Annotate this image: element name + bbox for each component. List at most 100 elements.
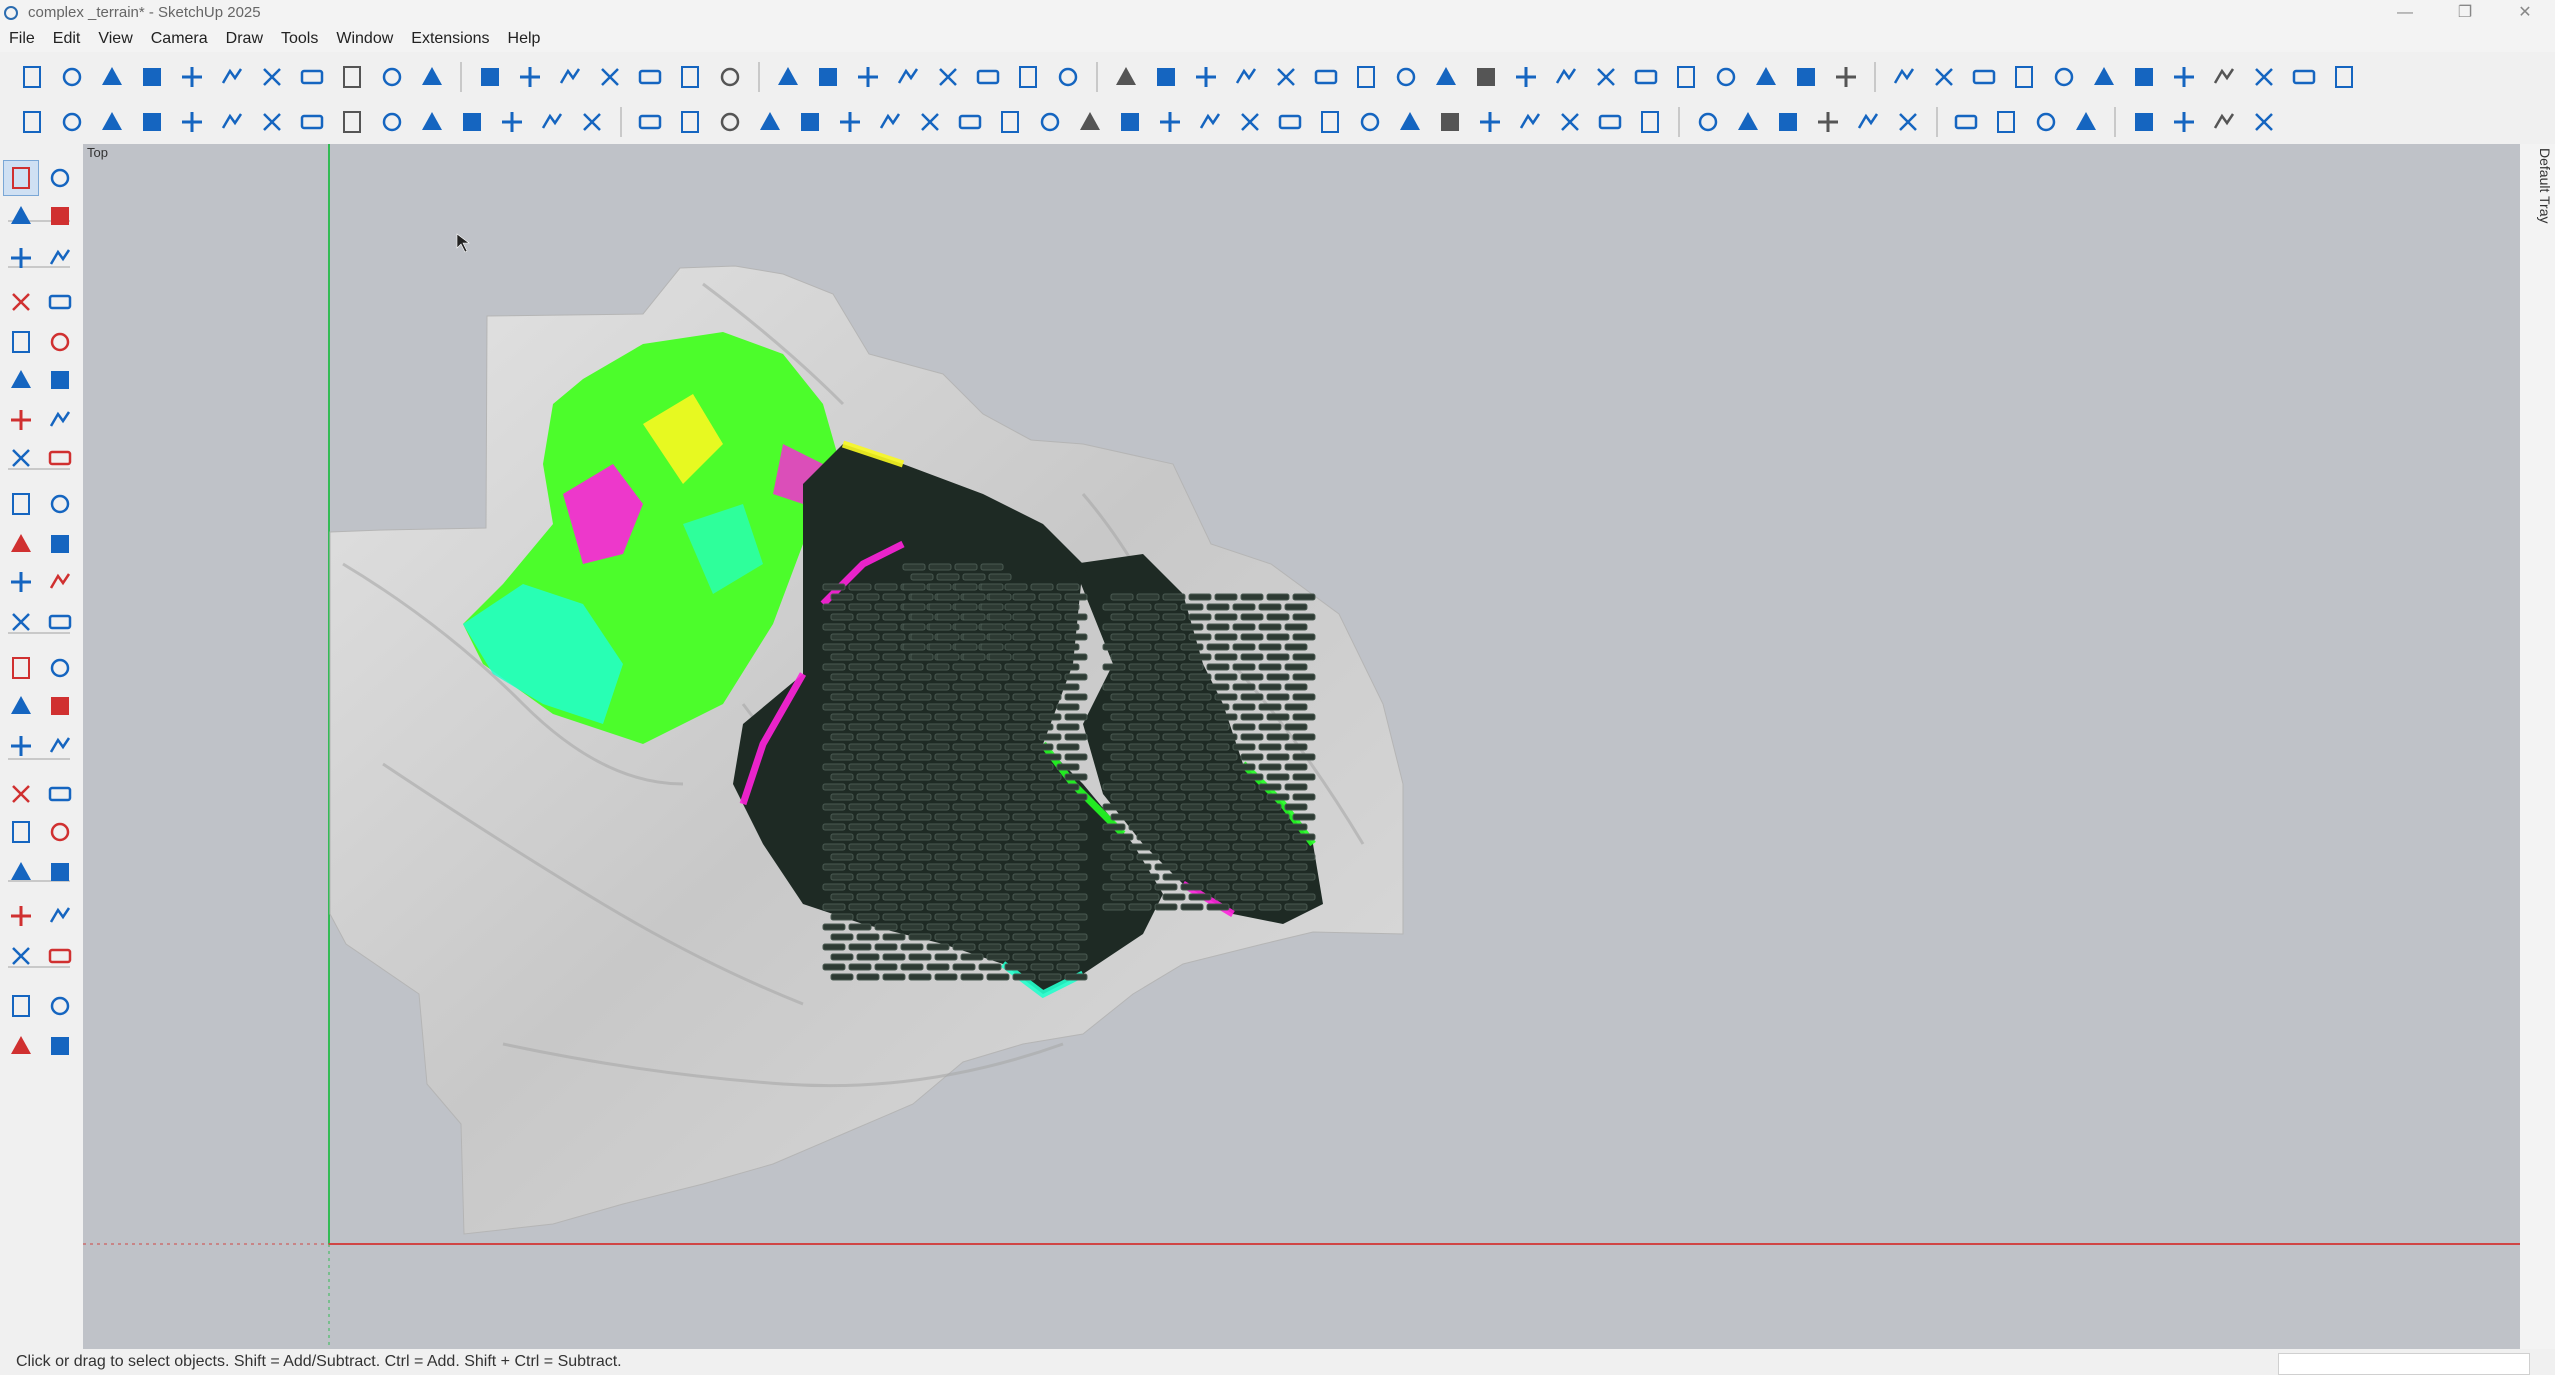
image-button[interactable] — [2207, 105, 2241, 139]
push-pull-tool[interactable] — [42, 486, 78, 522]
menu-edit[interactable]: Edit — [44, 25, 90, 52]
xray-button[interactable] — [771, 60, 805, 94]
dollar-button[interactable] — [713, 105, 747, 139]
module-button[interactable] — [1033, 105, 1067, 139]
globe-button[interactable] — [95, 105, 129, 139]
redo-button[interactable] — [335, 60, 369, 94]
position-camera-tool[interactable] — [3, 898, 39, 934]
report-button[interactable] — [1633, 105, 1667, 139]
loss-button[interactable] — [1989, 105, 2023, 139]
paste-button[interactable] — [215, 60, 249, 94]
restore-button[interactable]: ❐ — [2435, 0, 2495, 25]
help-button[interactable] — [1811, 105, 1845, 139]
language-button[interactable] — [1771, 105, 1805, 139]
default-tray[interactable] — [2520, 144, 2555, 1349]
front-view-button[interactable] — [553, 60, 587, 94]
previous-view-tool[interactable] — [42, 854, 78, 890]
top-view-button[interactable] — [513, 60, 547, 94]
search-plus-button[interactable] — [753, 105, 787, 139]
menu-window[interactable]: Window — [327, 25, 402, 52]
play-button[interactable] — [2069, 105, 2103, 139]
trash-button[interactable] — [415, 105, 449, 139]
dimension-button[interactable] — [1149, 60, 1183, 94]
circle-tool[interactable] — [3, 362, 39, 398]
left-view-button[interactable] — [673, 60, 707, 94]
tree-button[interactable] — [1967, 60, 2001, 94]
right-view-button[interactable] — [593, 60, 627, 94]
document-button[interactable] — [2247, 105, 2281, 139]
pencil-tool[interactable] — [3, 284, 39, 320]
menu-tools[interactable]: Tools — [272, 25, 327, 52]
minimize-button[interactable]: — — [2375, 0, 2435, 25]
back-edges-button[interactable] — [811, 60, 845, 94]
tag-button[interactable] — [673, 105, 707, 139]
database-button[interactable] — [1949, 105, 1983, 139]
rectangle-tool[interactable] — [3, 324, 39, 360]
sliders-button[interactable] — [1393, 105, 1427, 139]
shaded-textures-button[interactable] — [971, 60, 1005, 94]
stamp-tool[interactable] — [3, 1028, 39, 1064]
arc-2pt-tool[interactable] — [42, 402, 78, 438]
section-plane-tool[interactable] — [3, 776, 39, 812]
menu-view[interactable]: View — [89, 25, 141, 52]
move-tool[interactable] — [3, 486, 39, 522]
menu-help[interactable]: Help — [499, 25, 550, 52]
scale-tool-tool[interactable] — [3, 564, 39, 600]
menu-file[interactable]: File — [0, 25, 44, 52]
scene-button[interactable] — [1509, 60, 1543, 94]
monochrome-alt-button[interactable] — [1051, 60, 1085, 94]
panel-flat-button[interactable] — [295, 105, 329, 139]
tag-tool-tool[interactable] — [42, 240, 78, 276]
menu-extensions[interactable]: Extensions — [402, 25, 498, 52]
zoom-tool-tool[interactable] — [3, 814, 39, 850]
table-button[interactable] — [1353, 105, 1387, 139]
hide-button[interactable] — [2287, 60, 2321, 94]
paint-bucket-tool[interactable] — [3, 198, 39, 234]
back-view-button[interactable] — [633, 60, 667, 94]
eraser-tool[interactable] — [42, 198, 78, 234]
cable-button[interactable] — [793, 105, 827, 139]
array-button[interactable] — [1629, 60, 1663, 94]
box-button[interactable] — [2127, 60, 2161, 94]
triangle-button[interactable] — [2327, 60, 2361, 94]
arrow-right-button[interactable] — [1749, 60, 1783, 94]
tape-measure-tool[interactable] — [3, 650, 39, 686]
bottom-view-button[interactable] — [713, 60, 747, 94]
save-button[interactable] — [95, 60, 129, 94]
component-tool[interactable] — [3, 240, 39, 276]
monochrome-button[interactable] — [1011, 60, 1045, 94]
iso-view-button[interactable] — [473, 60, 507, 94]
pan-tool[interactable] — [42, 776, 78, 812]
irr-button[interactable] — [1593, 105, 1627, 139]
tree-branch-button[interactable] — [1193, 105, 1227, 139]
kwh-button[interactable] — [1553, 105, 1587, 139]
dropbox-button[interactable] — [1433, 105, 1467, 139]
crosshair-button[interactable] — [1313, 105, 1347, 139]
axis-button[interactable] — [993, 105, 1027, 139]
menu-camera[interactable]: Camera — [142, 25, 217, 52]
coins-button[interactable] — [1473, 105, 1507, 139]
pin-button[interactable] — [2007, 60, 2041, 94]
sandbox-tool[interactable] — [3, 988, 39, 1024]
drop-button[interactable] — [175, 105, 209, 139]
new-file-button[interactable] — [15, 60, 49, 94]
extend-button[interactable] — [2127, 105, 2161, 139]
rack-button[interactable] — [953, 105, 987, 139]
cloud-upload-button[interactable] — [1851, 105, 1885, 139]
magic-alt-button[interactable] — [535, 105, 569, 139]
panel-button[interactable] — [255, 105, 289, 139]
move-plus-button[interactable] — [2207, 60, 2241, 94]
offset-tool[interactable] — [42, 564, 78, 600]
magic-button[interactable] — [495, 105, 529, 139]
zoom-button[interactable] — [1109, 60, 1143, 94]
terrain-model[interactable] — [83, 144, 2520, 1349]
tower-button[interactable] — [2087, 60, 2121, 94]
axes-tool-tool[interactable] — [3, 728, 39, 764]
route-button[interactable] — [575, 105, 609, 139]
select-tool[interactable] — [3, 160, 39, 196]
wireframe-button[interactable] — [851, 60, 885, 94]
grid-table-button[interactable] — [335, 105, 369, 139]
auto-button[interactable] — [1709, 60, 1743, 94]
cut-button[interactable] — [135, 60, 169, 94]
open-file-button[interactable] — [55, 60, 89, 94]
